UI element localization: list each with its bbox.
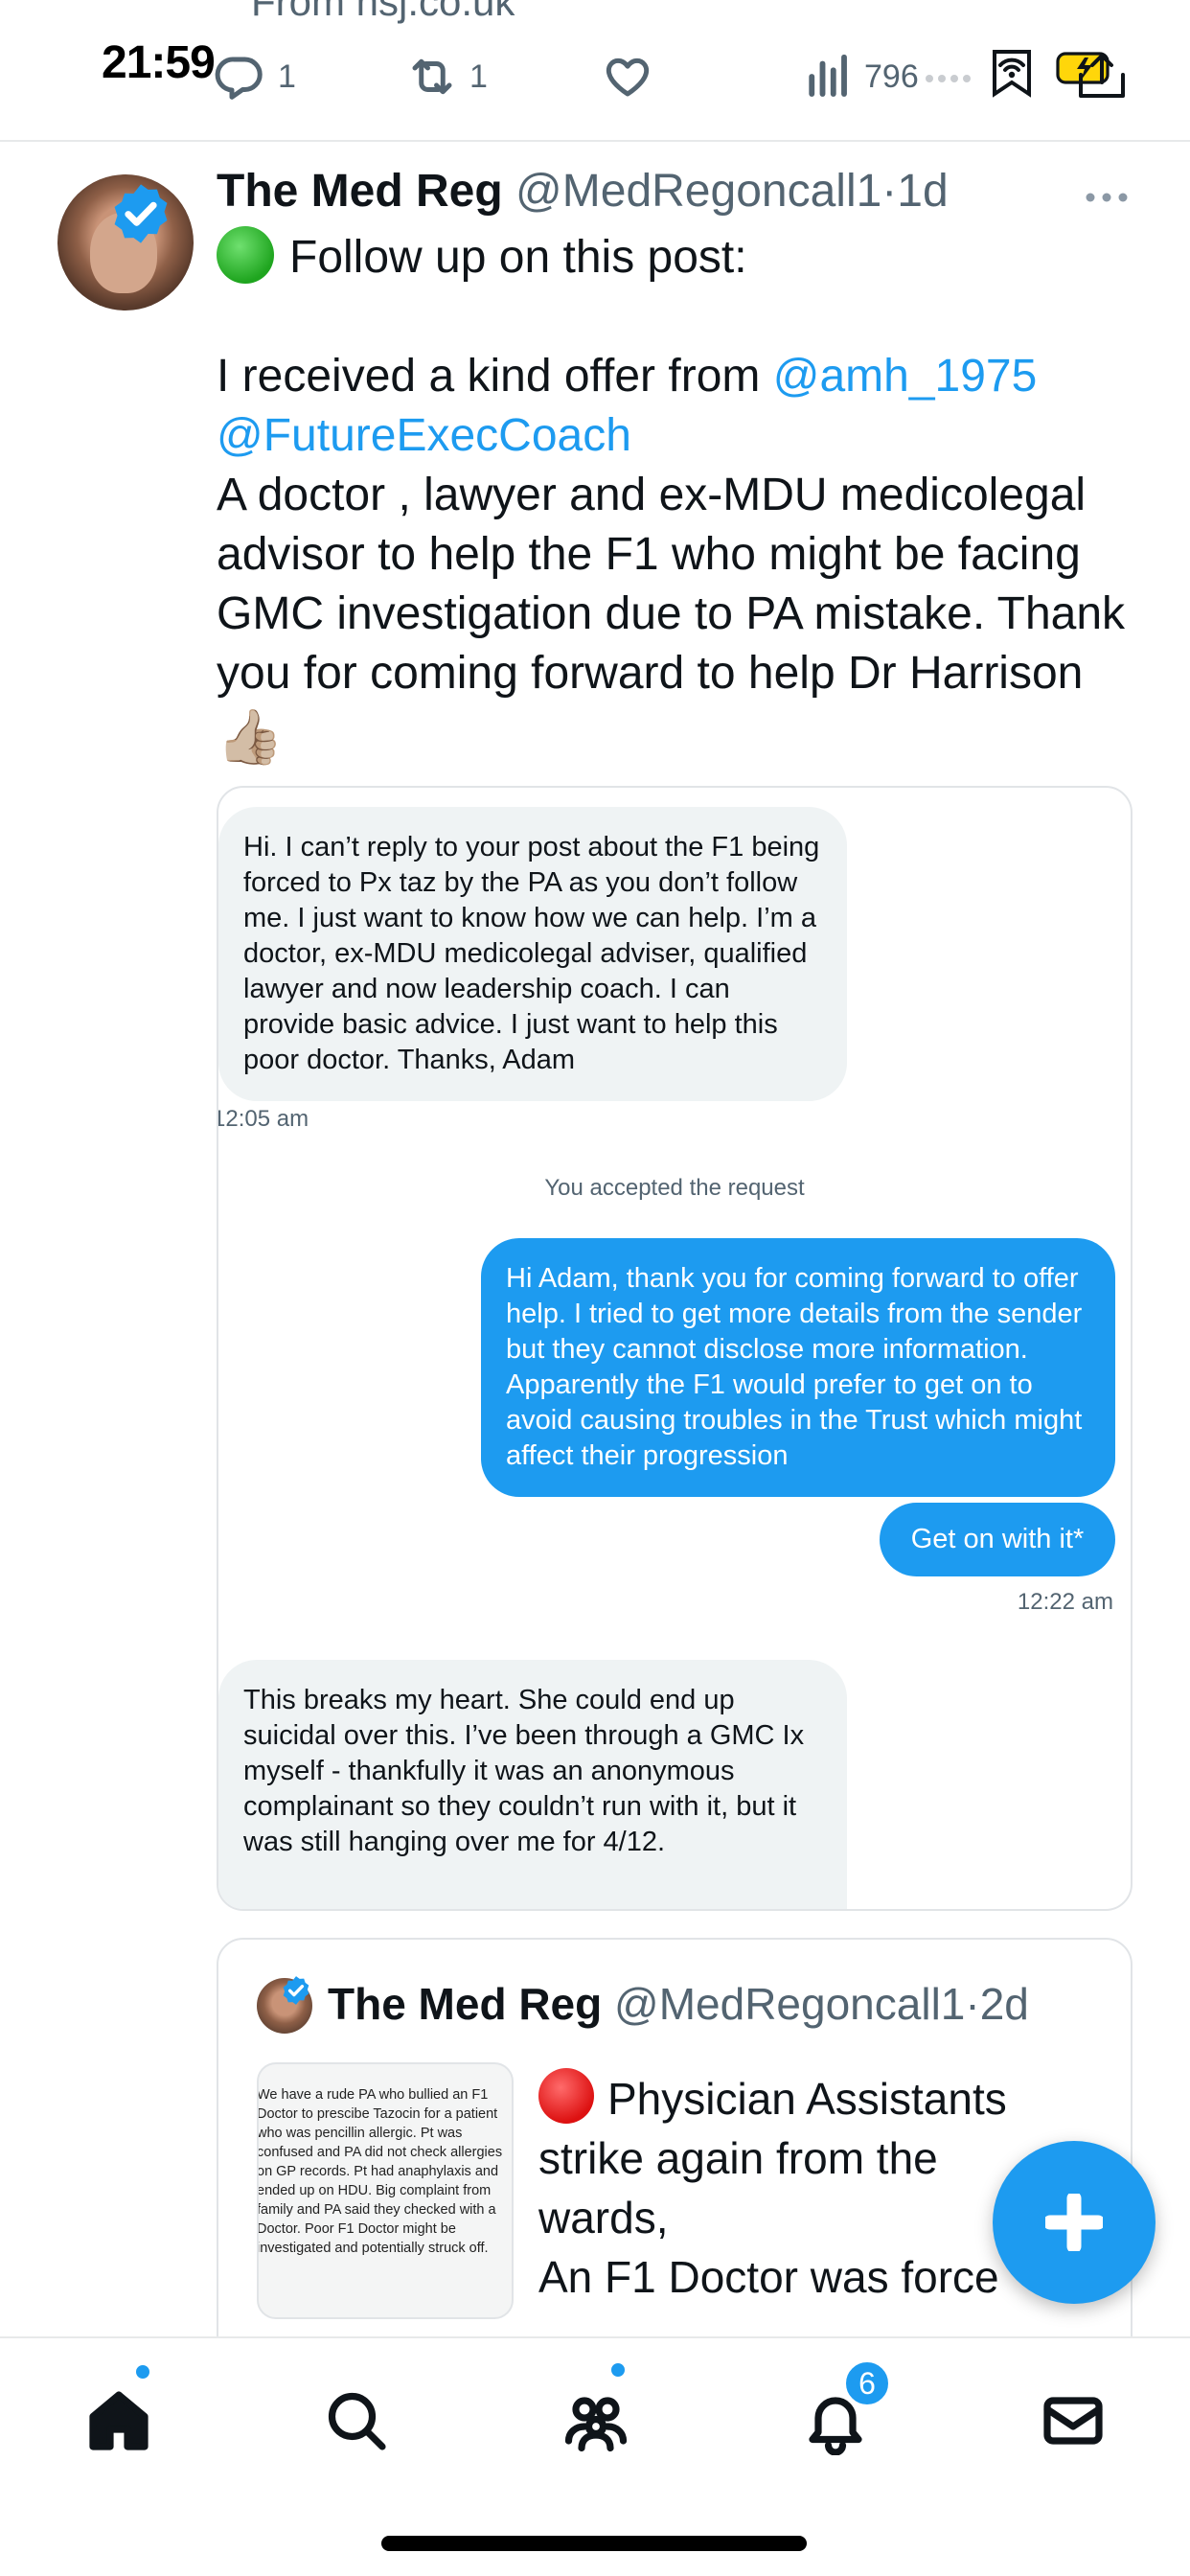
tweet-author-line: The Med Reg @MedRegoncall1·1d [217, 165, 949, 218]
verified-badge-icon [283, 1976, 309, 2005]
dm-message-outgoing: Get on with it* [880, 1503, 1115, 1576]
nav-communities-tab[interactable] [550, 2375, 642, 2467]
tweet-time[interactable]: 1d [897, 166, 948, 217]
quoted-tweet-image[interactable]: We have a rude PA who bullied an F1 Doct… [257, 2062, 514, 2319]
quoted-image-text: We have a rude PA who bullied an F1 Doct… [257, 2087, 503, 2256]
separator-dot: · [881, 166, 898, 217]
tweet-line-body: A doctor , lawyer and ex-MDU medicolegal… [217, 470, 1126, 699]
reply-button[interactable]: 1 [215, 48, 296, 105]
dm-message-incoming: Hi. I can’t reply to your post about the… [218, 807, 847, 1101]
notifications-badge: 6 [843, 2359, 891, 2407]
more-options-icon[interactable] [1085, 192, 1129, 203]
top-bar: From nsj.co.uk 21:59 1 1 796 [0, 0, 1190, 142]
views-icon [809, 54, 847, 97]
home-unread-dot [134, 2363, 151, 2380]
home-icon [89, 2391, 149, 2450]
quoted-tweet-time: 2d [979, 1979, 1029, 2029]
compose-button[interactable] [993, 2141, 1156, 2304]
dm-message-outgoing: Hi Adam, thank you for coming forward to… [481, 1238, 1115, 1497]
communities-icon [564, 2397, 628, 2452]
nav-messages-tab[interactable] [1027, 2375, 1119, 2467]
nav-home-tab[interactable] [73, 2375, 165, 2467]
reply-count: 1 [278, 58, 296, 95]
dm-request-accepted-notice: You accepted the request [544, 1175, 805, 1201]
tweet-line-followup: Follow up on this post: [289, 232, 747, 283]
tweet-text: Follow up on this post: I received a kin… [217, 226, 1136, 770]
plus-icon [1045, 2194, 1103, 2251]
signal-dots-icon [926, 75, 971, 82]
quoted-author-line: The Med Reg @MedRegoncall1·2d [328, 1978, 1029, 2030]
red-circle-emoji-icon [538, 2068, 594, 2124]
repost-icon [412, 58, 452, 95]
share-battery-icon[interactable] [1054, 48, 1131, 100]
separator-dot: · [965, 1979, 980, 2029]
home-indicator [381, 2536, 807, 2551]
communities-unread-dot [609, 2361, 627, 2379]
status-clock: 21:59 [102, 37, 216, 88]
author-name[interactable]: The Med Reg [217, 166, 503, 217]
reply-icon [215, 57, 263, 100]
views-button[interactable]: 796 [801, 48, 919, 105]
heart-icon [606, 58, 650, 97]
quoted-line: Physician Assistants [607, 2074, 1007, 2124]
bookmark-wifi-icon[interactable] [987, 44, 1037, 98]
nav-search-tab[interactable] [310, 2375, 402, 2467]
tweet-line-offer: I received a kind offer from [217, 351, 773, 402]
green-circle-emoji-icon [217, 226, 274, 284]
previous-post-source: From nsj.co.uk [251, 0, 515, 24]
search-icon [328, 2392, 386, 2450]
author-handle[interactable]: @MedRegoncall1 [515, 166, 881, 217]
views-count: 796 [864, 58, 919, 95]
quoted-author-handle: @MedRegoncall1 [614, 1979, 966, 2029]
thumbs-up-emoji-icon: 👍🏼 [217, 706, 284, 767]
dm-message-incoming: This breaks my heart. She could end up s… [218, 1660, 847, 1909]
mention-link[interactable]: @amh_1975 [773, 351, 1038, 402]
dm-timestamp: 12:05 am [217, 1106, 309, 1132]
verified-badge-icon [114, 184, 168, 243]
mention-link[interactable]: @FutureExecCoach [217, 410, 631, 461]
like-button[interactable] [602, 48, 653, 105]
dm-timestamp: 12:22 am [1017, 1589, 1113, 1615]
envelope-icon [1043, 2397, 1103, 2445]
repost-button[interactable]: 1 [406, 48, 488, 105]
attached-image-dm-screenshot[interactable]: Hi. I can’t reply to your post about the… [217, 786, 1133, 1911]
quoted-author-name: The Med Reg [328, 1979, 603, 2029]
repost-count: 1 [469, 58, 488, 95]
